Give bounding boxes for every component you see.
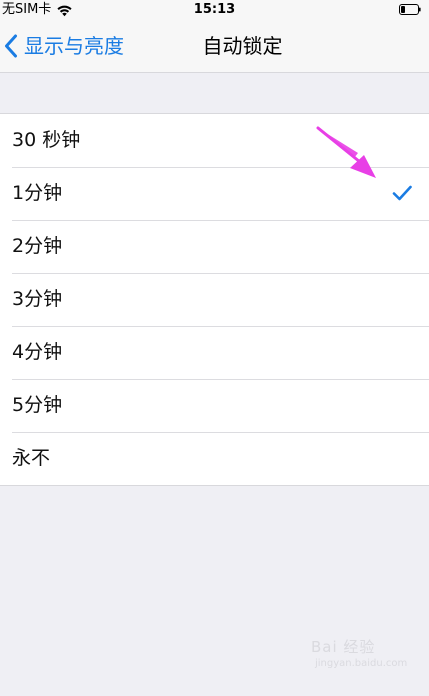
battery-icon [399, 4, 421, 15]
option-5-minutes[interactable]: 5分钟 [0, 379, 429, 432]
option-label: 1分钟 [12, 182, 63, 204]
watermark-url: jingyan.baidu.com [315, 658, 408, 669]
watermark-text: Bai 经验 [311, 638, 376, 656]
status-bar: 无SIM卡 15:13 [0, 0, 429, 20]
option-label: 3分钟 [12, 288, 63, 310]
status-time: 15:13 [193, 2, 236, 17]
option-3-minutes[interactable]: 3分钟 [0, 273, 429, 326]
option-label: 5分钟 [12, 394, 63, 416]
option-2-minutes[interactable]: 2分钟 [0, 220, 429, 273]
watermark-logo: Bai 经验 jingyan.baidu.com [311, 636, 407, 676]
navigation-bar: 显示与亮度 自动锁定 [0, 20, 429, 73]
checkmark-icon [392, 185, 412, 201]
option-label: 永不 [12, 447, 51, 469]
page-title: 自动锁定 [202, 34, 283, 58]
option-label: 4分钟 [12, 341, 63, 363]
option-label: 30 秒钟 [12, 129, 81, 151]
option-label: 2分钟 [12, 235, 63, 257]
option-never[interactable]: 永不 [0, 432, 429, 485]
arrow-pointer-icon [316, 126, 376, 178]
option-4-minutes[interactable]: 4分钟 [0, 326, 429, 379]
